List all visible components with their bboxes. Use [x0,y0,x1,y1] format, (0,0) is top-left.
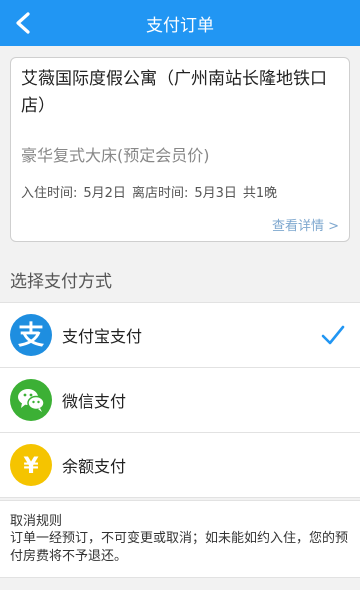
view-details-link[interactable]: 查看详情 > [272,215,339,234]
cancel-policy: 取消规则 订单一经预订，不可变更或取消；如未能如约入住，您的预付房费将不予退还。 [0,500,360,578]
checkin-label: 入住时间: [21,186,78,201]
payment-section-title: 选择支付方式 [10,272,112,292]
nights-count: 共1晚 [242,186,278,201]
page-title: 支付订单 [146,15,214,36]
payment-label: 微信支付 [62,392,127,411]
payment-label: 支付宝支付 [62,327,143,346]
payment-option-balance[interactable]: ¥ 余额支付 [0,433,360,498]
app-header: 支付订单 [0,0,360,46]
checkmark-icon [321,325,345,345]
svg-text:¥: ¥ [23,454,39,479]
payment-option-wechat[interactable]: 微信支付 [0,368,360,433]
wechat-icon [10,379,52,421]
stay-info: 入住时间: 5月2日 离店时间: 5月3日 共1晚 [21,182,277,201]
chevron-left-icon [16,12,30,34]
checkout-label: 离店时间: [131,186,189,201]
hotel-name: 艾薇国际度假公寓（广州南站长隆地铁口店） [21,69,327,116]
payment-option-alipay[interactable]: 支 支付宝支付 [0,303,360,368]
alipay-icon: 支 [10,314,52,356]
svg-text:支: 支 [18,321,44,351]
checkout-date: 5月3日 [194,186,237,201]
checkin-date: 5月2日 [83,186,126,201]
payment-label: 余额支付 [62,457,127,476]
back-button[interactable] [6,6,40,40]
cancel-policy-text: 订单一经预订，不可变更或取消；如未能如约入住，您的预付房费将不予退还。 [10,531,349,564]
cancel-policy-title: 取消规则 [10,514,63,529]
payment-method-list: 支 支付宝支付 微信支付 ¥ 余额支付 [0,302,360,498]
order-summary-card: 艾薇国际度假公寓（广州南站长隆地铁口店） 豪华复式大床(预定会员价) 入住时间:… [10,57,350,242]
room-type: 豪华复式大床(预定会员价) [21,146,210,165]
yen-icon: ¥ [10,444,52,486]
